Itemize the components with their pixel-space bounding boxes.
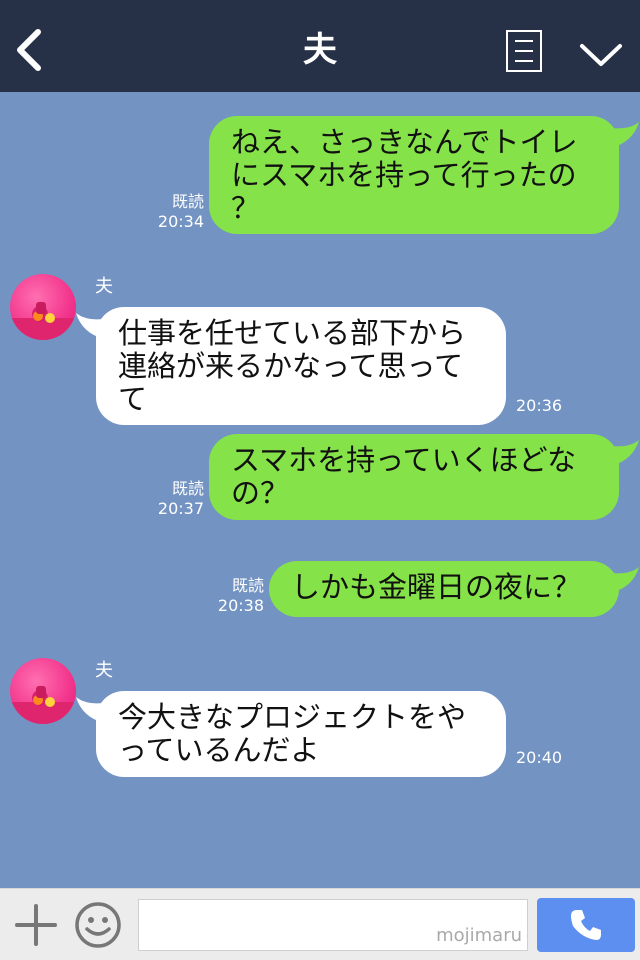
plus-button[interactable] (14, 903, 58, 947)
read-receipt: 既読 (231, 576, 264, 595)
message-text: て (118, 382, 148, 416)
avatar[interactable] (10, 274, 76, 340)
bubble-tail (76, 697, 104, 723)
message-time: 20:36 (516, 396, 563, 415)
input-bar: mojimaru (0, 888, 640, 960)
message-time: 20:34 (157, 212, 204, 231)
message-bubble-outgoing[interactable]: スマホを持っていくほどな の？ (209, 434, 639, 520)
message-text: しかも金曜日の夜に？ (291, 570, 582, 604)
message-bubble-outgoing[interactable]: ねえ、さっきなんでトイレ にスマホを持って行ったの ？ (209, 116, 639, 234)
message-text: っているんだよ (118, 733, 320, 767)
sender-name: 夫 (95, 660, 113, 681)
message-text: ねえ、さっきなんでトイレ (231, 125, 578, 159)
chat-header: 夫 (0, 0, 640, 92)
bubble-tail (76, 313, 104, 339)
phone-icon (571, 910, 601, 940)
message-bubble-outgoing[interactable]: しかも金曜日の夜に？ (269, 561, 639, 617)
message-text: 仕事を任せている部下から (118, 316, 467, 350)
message-text: スマホを持っていくほどな (231, 443, 577, 477)
emoji-icon (75, 902, 121, 948)
message-meta: 既読 20:37 (140, 479, 204, 519)
message-bubble-incoming[interactable]: 今大きなプロジェクトをや っているんだよ (76, 691, 506, 777)
message-text: 連絡が来るかなって思って (118, 349, 464, 383)
chevron-down-icon (580, 44, 622, 66)
bubble-tail (611, 440, 639, 466)
message-time: 20:40 (516, 748, 563, 767)
watermark-text: mojimaru (436, 925, 522, 946)
message-time: 20:37 (157, 499, 204, 518)
message-text: の？ (231, 476, 290, 510)
message-text: にスマホを持って行ったの (231, 158, 577, 192)
read-receipt: 既読 (171, 479, 204, 498)
collapse-button[interactable] (578, 36, 624, 70)
message-text: 今大きなプロジェクトをや (118, 700, 467, 734)
avatar[interactable] (10, 658, 76, 724)
bubble-tail (611, 567, 639, 593)
read-receipt: 既読 (171, 192, 204, 211)
emoji-button[interactable] (74, 901, 122, 949)
message-bubble-incoming[interactable]: 仕事を任せている部下から 連絡が来るかなって思って て (76, 307, 506, 425)
message-meta: 既読 20:38 (200, 576, 264, 616)
menu-button[interactable] (506, 30, 542, 72)
sender-name: 夫 (95, 276, 113, 297)
message-time: 20:38 (217, 596, 264, 615)
plus-icon (15, 904, 57, 946)
back-button[interactable] (10, 26, 50, 74)
call-button[interactable] (537, 898, 635, 952)
message-text: ？ (231, 191, 261, 225)
chat-title: 夫 (303, 30, 337, 70)
back-arrow-icon (17, 29, 41, 71)
message-meta: 既読 20:34 (140, 192, 204, 232)
bubble-tail (611, 122, 639, 148)
menu-list-icon (515, 40, 533, 42)
